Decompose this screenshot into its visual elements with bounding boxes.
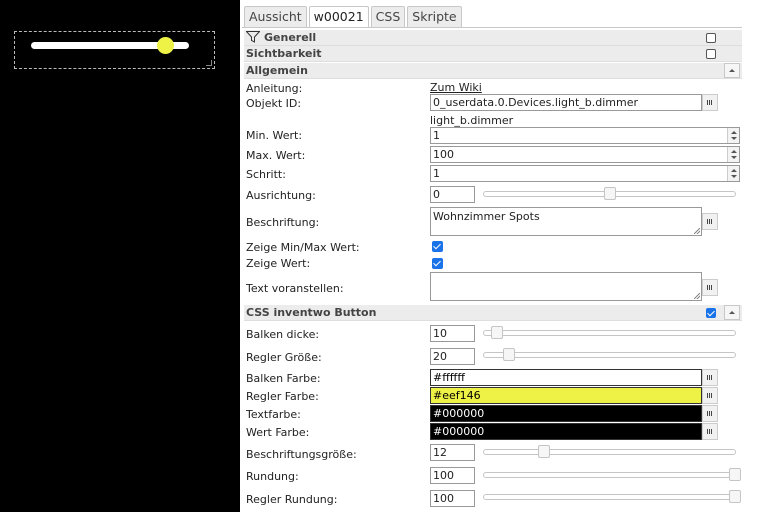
balken-dicke-slider-thumb[interactable]	[490, 326, 503, 339]
editor-canvas	[0, 0, 240, 512]
rundung-input[interactable]: 100	[430, 467, 475, 484]
max-wert-value: 100	[433, 148, 454, 161]
balken-farbe-input[interactable]: #ffffff	[430, 369, 702, 386]
textfarbe-label: Textfarbe:	[246, 408, 301, 421]
regler-farbe-input[interactable]: #eef146	[430, 387, 702, 404]
zeige-wert-checkbox[interactable]	[432, 258, 443, 269]
panel-tabs: Aussicht w00021 CSS Skripte	[242, 6, 462, 27]
section-css-inventwo-label: CSS inventwo Button	[246, 306, 377, 319]
beschriftung-label: Beschriftung:	[246, 216, 320, 229]
max-wert-input[interactable]: 100	[430, 146, 740, 163]
zeige-minmax-label: Zeige Min/Max Wert:	[246, 241, 360, 254]
min-wert-input[interactable]: 1	[430, 127, 740, 144]
regler-groesse-slider[interactable]	[483, 348, 736, 361]
regler-groesse-label: Regler Größe:	[246, 351, 322, 364]
regler-farbe-label: Regler Farbe:	[246, 390, 319, 403]
section-sichtbarkeit-checkbox[interactable]	[706, 49, 716, 59]
ausrichtung-label: Ausrichtung:	[246, 189, 316, 202]
balken-dicke-label: Balken dicke:	[246, 328, 320, 341]
ausrichtung-input[interactable]: 0	[430, 186, 475, 203]
collapse-allgemein-button[interactable]	[724, 63, 740, 78]
section-generell[interactable]: Generell	[244, 30, 742, 46]
wert-farbe-input[interactable]: #000000	[430, 423, 702, 440]
section-allgemein[interactable]: Allgemein	[244, 63, 742, 79]
min-wert-value: 1	[433, 129, 440, 142]
beschriftungsgroesse-slider-thumb[interactable]	[538, 445, 551, 458]
section-generell-checkbox[interactable]	[706, 33, 716, 43]
regler-groesse-input[interactable]: 20	[430, 348, 475, 365]
schritt-spinner-icon[interactable]	[727, 166, 739, 181]
tab-widget-id[interactable]: w00021	[308, 6, 369, 27]
text-voranstellen-label: Text voranstellen:	[246, 282, 344, 295]
beschriftung-edit-button[interactable]	[702, 213, 718, 230]
regler-rundung-input[interactable]: 100	[430, 490, 475, 507]
objekt-id-browse-button[interactable]	[702, 94, 718, 111]
regler-groesse-slider-thumb[interactable]	[503, 348, 516, 361]
regler-rundung-slider-thumb[interactable]	[729, 490, 741, 503]
section-allgemein-label: Allgemein	[246, 64, 308, 77]
filter-icon	[246, 31, 260, 43]
textfarbe-input[interactable]: #000000	[430, 405, 702, 422]
objekt-id-name: light_b.dimmer	[430, 114, 514, 127]
regler-rundung-label: Regler Rundung:	[246, 493, 338, 506]
section-css-inventwo[interactable]: CSS inventwo Button	[244, 305, 742, 321]
min-wert-label: Min. Wert:	[246, 129, 303, 142]
rundung-label: Rundung:	[246, 470, 299, 483]
tabs-divider	[242, 27, 742, 28]
collapse-css-inventwo-button[interactable]	[724, 305, 740, 320]
section-sichtbarkeit-label: Sichtbarkeit	[246, 47, 322, 60]
zeige-minmax-checkbox[interactable]	[432, 241, 443, 252]
balken-dicke-slider[interactable]	[483, 326, 736, 339]
beschriftungsgroesse-label: Beschriftungsgröße:	[246, 448, 357, 461]
beschriftungsgroesse-input[interactable]: 12	[430, 444, 475, 461]
balken-farbe-picker-button[interactable]	[702, 369, 718, 386]
tab-aussicht[interactable]: Aussicht	[244, 6, 307, 27]
balken-farbe-label: Balken Farbe:	[246, 372, 321, 385]
schritt-value: 1	[433, 167, 440, 180]
rundung-slider[interactable]	[483, 468, 741, 481]
schritt-input[interactable]: 1	[430, 165, 740, 182]
wiki-link[interactable]: Zum Wiki	[430, 81, 482, 94]
anleitung-label: Anleitung:	[246, 82, 303, 95]
tab-css[interactable]: CSS	[370, 6, 406, 27]
widget-slider-track	[31, 37, 189, 54]
ausrichtung-slider-thumb[interactable]	[603, 187, 616, 200]
widget-slider-knob[interactable]	[157, 37, 175, 54]
section-css-inventwo-checkbox[interactable]	[706, 308, 716, 318]
regler-rundung-slider[interactable]	[483, 490, 741, 503]
ausrichtung-slider[interactable]	[483, 187, 736, 200]
schritt-label: Schritt:	[246, 168, 286, 181]
section-generell-label: Generell	[264, 31, 317, 44]
slider-widget-selected[interactable]	[14, 31, 215, 69]
resize-handle-icon[interactable]	[206, 60, 212, 66]
rundung-slider-thumb[interactable]	[729, 468, 741, 481]
beschriftungsgroesse-slider[interactable]	[483, 445, 736, 458]
text-voranstellen-edit-button[interactable]	[702, 279, 718, 296]
tab-skripte[interactable]: Skripte	[407, 6, 462, 27]
min-wert-spinner-icon[interactable]	[727, 128, 739, 143]
max-wert-spinner-icon[interactable]	[727, 147, 739, 162]
balken-dicke-input[interactable]: 10	[430, 325, 475, 342]
objekt-id-input[interactable]: 0_userdata.0.Devices.light_b.dimmer	[430, 94, 702, 111]
textfarbe-picker-button[interactable]	[702, 405, 718, 422]
objekt-id-label: Objekt ID:	[246, 97, 302, 110]
zeige-wert-label: Zeige Wert:	[246, 257, 311, 270]
wert-farbe-picker-button[interactable]	[702, 423, 718, 440]
max-wert-label: Max. Wert:	[246, 149, 306, 162]
text-voranstellen-textarea[interactable]	[430, 272, 702, 301]
wert-farbe-label: Wert Farbe:	[246, 426, 310, 439]
properties-panel: Aussicht w00021 CSS Skripte Generell Sic…	[242, 0, 758, 512]
regler-farbe-picker-button[interactable]	[702, 387, 718, 404]
beschriftung-textarea[interactable]: Wohnzimmer Spots	[430, 207, 702, 236]
section-sichtbarkeit[interactable]: Sichtbarkeit	[244, 46, 742, 62]
